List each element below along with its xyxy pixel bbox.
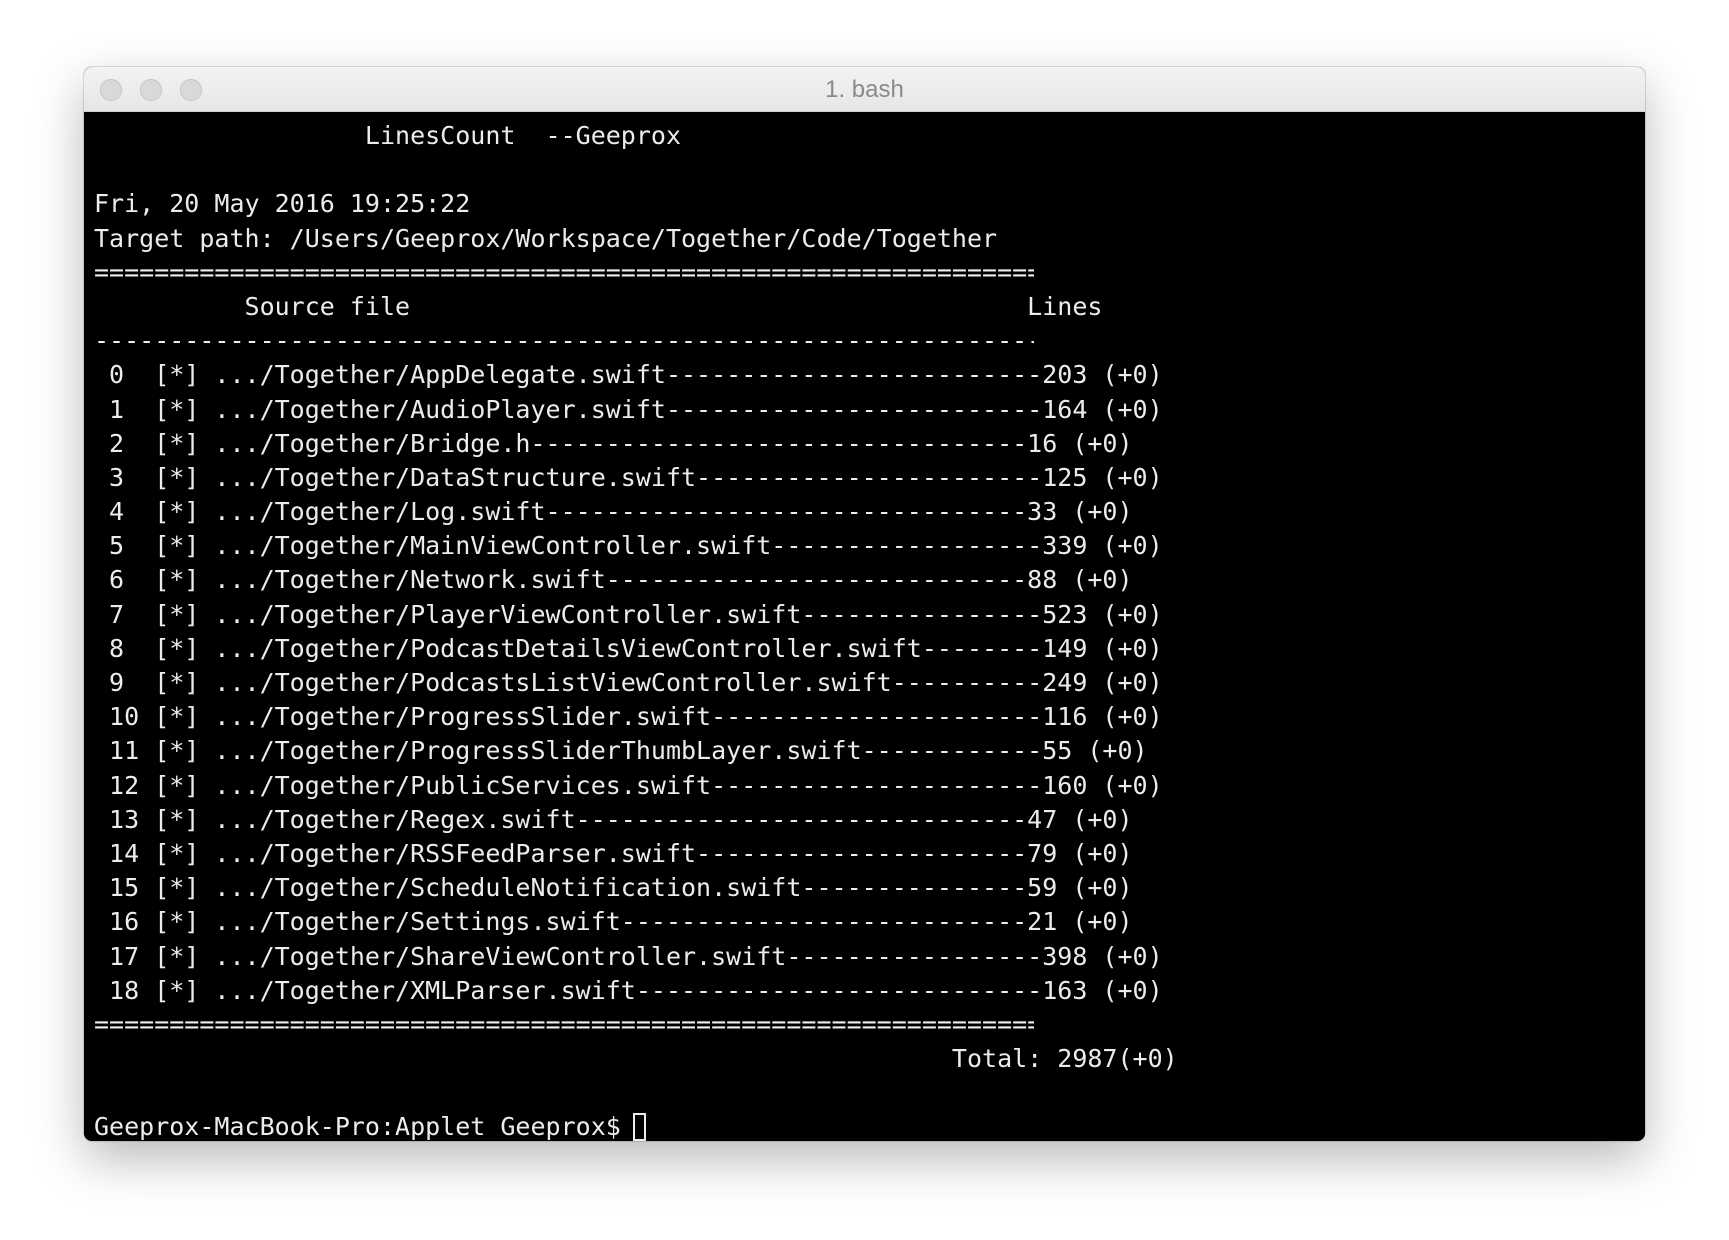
file-row: 12 [*] .../Together/PublicServices.swift…: [94, 770, 1163, 800]
column-header: Source file Lines: [94, 291, 1103, 321]
total-line: Total: 2987(+0): [94, 1044, 1178, 1074]
file-row: 17 [*] .../Together/ShareViewController.…: [94, 941, 1163, 971]
target-path-line: Target path: /Users/Geeprox/Workspace/To…: [94, 223, 998, 253]
shell-prompt: Geeprox-MacBook-Pro:Applet Geeprox$: [94, 1112, 621, 1141]
terminal-window: 1. bash LinesCount --Geeprox Fri, 20 May…: [84, 67, 1645, 1141]
file-row: 3 [*] .../Together/DataStructure.swift--…: [94, 462, 1163, 492]
file-row: 1 [*] .../Together/AudioPlayer.swift----…: [94, 394, 1163, 424]
prompt-line[interactable]: Geeprox-MacBook-Pro:Applet Geeprox$: [94, 1110, 1645, 1141]
file-row: 4 [*] .../Together/Log.swift------------…: [94, 497, 1133, 527]
file-row: 0 [*] .../Together/AppDelegate.swift----…: [94, 360, 1163, 390]
file-row: 18 [*] .../Together/XMLParser.swift-----…: [94, 975, 1163, 1005]
single-rule: ----------------------------------------…: [94, 326, 1034, 356]
file-row: 13 [*] .../Together/Regex.swift---------…: [94, 804, 1133, 834]
file-row: 2 [*] .../Together/Bridge.h-------------…: [94, 428, 1133, 458]
terminal-output[interactable]: LinesCount --Geeprox Fri, 20 May 2016 19…: [84, 112, 1645, 1141]
file-row: 7 [*] .../Together/PlayerViewController.…: [94, 599, 1163, 629]
file-row: 9 [*] .../Together/PodcastsListViewContr…: [94, 668, 1163, 697]
title-bar[interactable]: 1. bash: [84, 67, 1645, 112]
file-row: 5 [*] .../Together/MainViewController.sw…: [94, 531, 1163, 561]
file-row: 14 [*] .../Together/RSSFeedParser.swift-…: [94, 838, 1133, 868]
app-header: LinesCount --Geeprox: [94, 121, 681, 150]
file-row: 10 [*] .../Together/ProgressSlider.swift…: [94, 702, 1163, 732]
file-row: 11 [*] .../Together/ProgressSliderThumbL…: [94, 736, 1148, 766]
date-line: Fri, 20 May 2016 19:25:22: [94, 189, 471, 219]
file-row: 15 [*] .../Together/ScheduleNotification…: [94, 873, 1133, 903]
text-cursor: [632, 1113, 646, 1141]
file-row: 8 [*] .../Together/PodcastDetailsViewCon…: [94, 633, 1163, 663]
double-rule-bottom: ========================================…: [94, 1009, 1034, 1039]
double-rule: ========================================…: [94, 257, 1034, 287]
file-row: 6 [*] .../Together/Network.swift--------…: [94, 565, 1133, 595]
file-row: 16 [*] .../Together/Settings.swift------…: [94, 907, 1133, 937]
window-title: 1. bash: [825, 76, 904, 103]
